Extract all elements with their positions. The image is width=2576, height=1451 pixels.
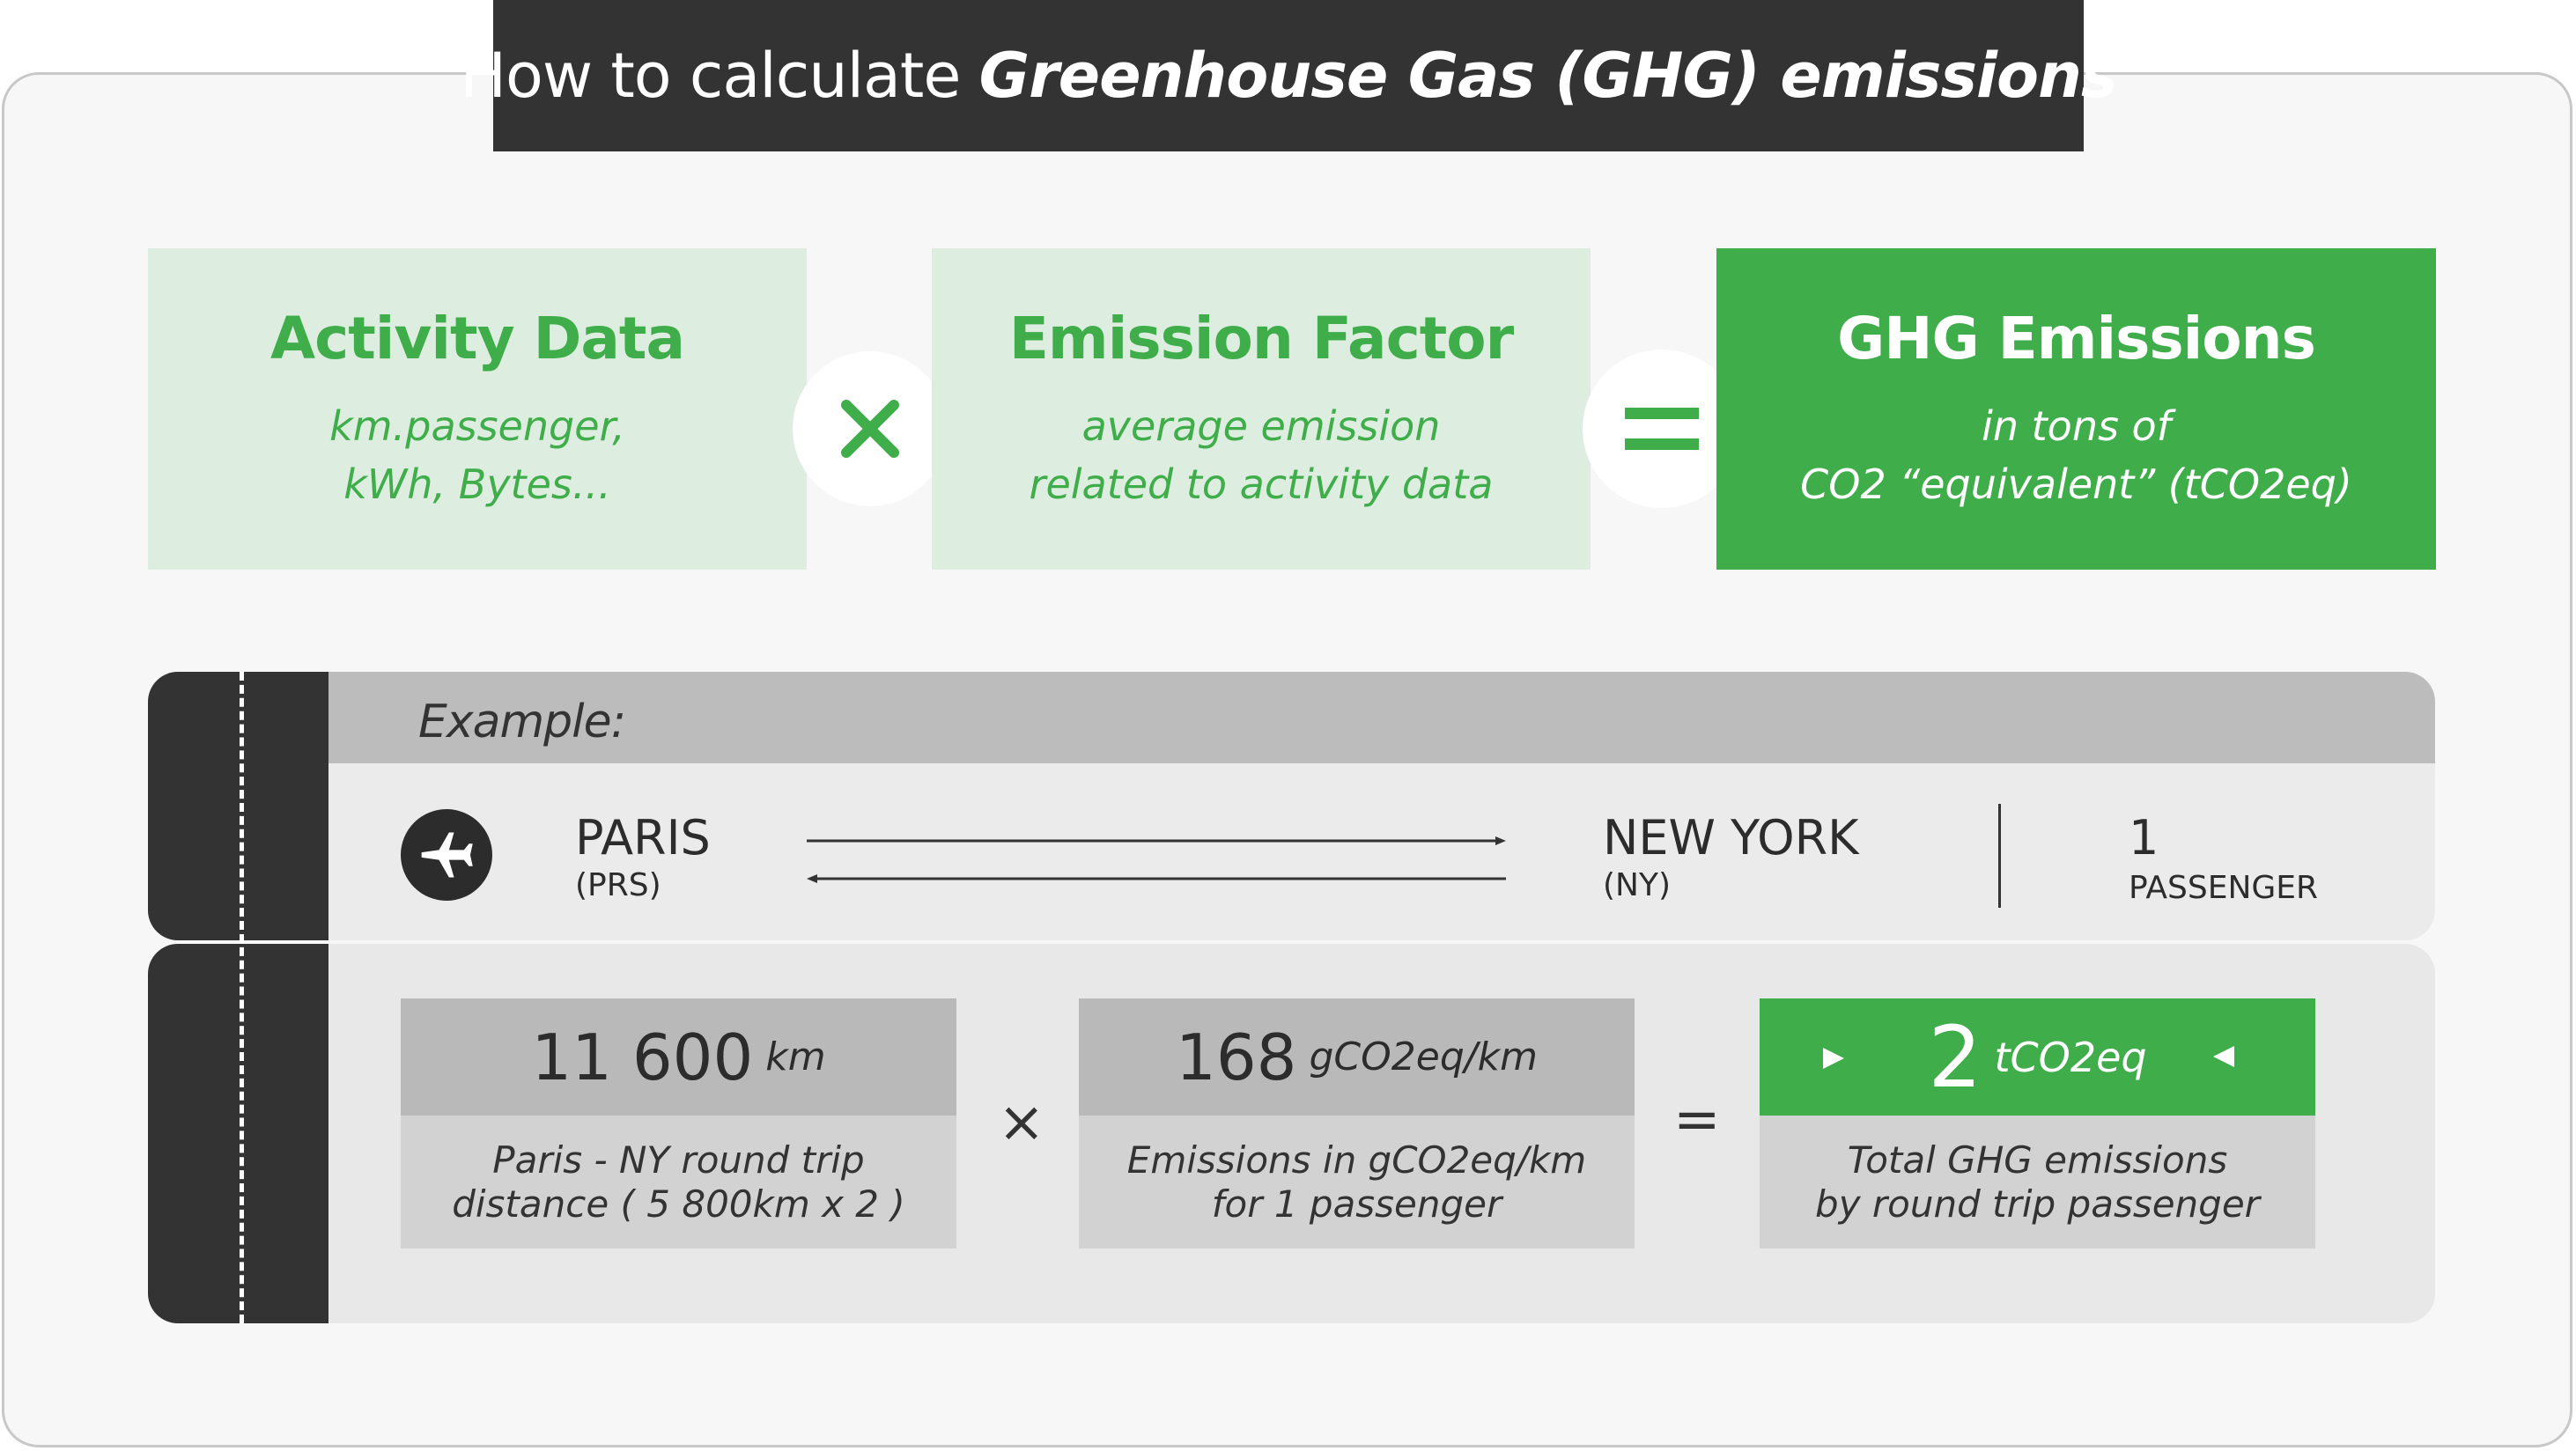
ghg-emissions-line1: in tons of <box>1982 402 2171 450</box>
factor-value-box: 168 gCO2eq/km <box>1079 998 1635 1116</box>
origin-city: PARIS <box>575 810 711 865</box>
distance-value-box: 11 600 km <box>401 998 956 1116</box>
multiply-icon <box>793 351 948 506</box>
distance-caption: Paris - NY round trip distance ( 5 800km… <box>401 1116 956 1248</box>
play-left-icon <box>2213 1046 2234 1067</box>
activity-data-line1: km.passenger, <box>329 402 625 450</box>
total-caption-line1: Total GHG emissions <box>1847 1138 2228 1182</box>
activity-data-box: Activity Data km.passenger, kWh, Bytes..… <box>148 248 807 570</box>
distance-value: 11 600 <box>531 1020 754 1094</box>
distance-caption-line1: Paris - NY round trip <box>492 1138 865 1182</box>
page-title: How to calculate Greenhouse Gas (GHG) em… <box>460 0 2118 151</box>
passenger-count: 1 <box>2129 810 2159 865</box>
distance-unit: km <box>765 1035 826 1079</box>
activity-data-line2: kWh, Bytes... <box>343 460 611 508</box>
play-right-icon <box>1823 1048 1844 1069</box>
emission-factor-box: Emission Factor average emission related… <box>932 248 1591 570</box>
factor-caption-line2: for 1 passenger <box>1211 1182 1502 1226</box>
total-value-box: 2 tCO2eq <box>1760 998 2315 1116</box>
equals-symbol: = <box>1673 1087 1721 1153</box>
emission-factor-heading: Emission Factor <box>1008 305 1514 372</box>
ghg-emissions-line2: CO2 “equivalent” (tCO2eq) <box>1800 460 2352 508</box>
airplane-icon <box>401 809 492 901</box>
destination-city: NEW YORK <box>1603 810 1859 865</box>
factor-value: 168 <box>1176 1020 1297 1094</box>
emission-factor-line1: average emission <box>1081 402 1441 450</box>
total-caption-line2: by round trip passenger <box>1815 1182 2260 1226</box>
emission-factor-line2: related to activity data <box>1029 460 1494 508</box>
round-trip-arrows-icon <box>807 836 1506 883</box>
total-value: 2 <box>1928 1007 1982 1107</box>
ghg-emissions-box: GHG Emissions in tons of CO2 “equivalent… <box>1716 248 2436 570</box>
factor-unit: gCO2eq/km <box>1309 1035 1538 1079</box>
times-symbol: × <box>998 1090 1045 1155</box>
factor-caption-line1: Emissions in gCO2eq/km <box>1126 1138 1587 1182</box>
ghg-emissions-heading: GHG Emissions <box>1837 305 2316 372</box>
total-unit: tCO2eq <box>1994 1033 2147 1081</box>
factor-caption: Emissions in gCO2eq/km for 1 passenger <box>1079 1116 1635 1248</box>
ticket-stub-top <box>148 672 328 940</box>
activity-data-heading: Activity Data <box>270 305 685 372</box>
ticket-stub-bottom <box>148 944 328 1323</box>
example-header <box>328 672 2435 763</box>
route-divider <box>1998 804 2001 908</box>
origin-code: (PRS) <box>575 867 661 903</box>
ticket-perforation <box>240 672 244 1323</box>
passenger-label: PASSENGER <box>2129 870 2319 906</box>
destination-code: (NY) <box>1603 867 1672 903</box>
total-caption: Total GHG emissions by round trip passen… <box>1760 1116 2315 1248</box>
example-label: Example: <box>418 696 626 748</box>
distance-caption-line2: distance ( 5 800km x 2 ) <box>452 1182 905 1226</box>
title-prefix: How to calculate <box>460 40 979 112</box>
title-emphasis: Greenhouse Gas (GHG) emissions <box>978 40 2118 112</box>
